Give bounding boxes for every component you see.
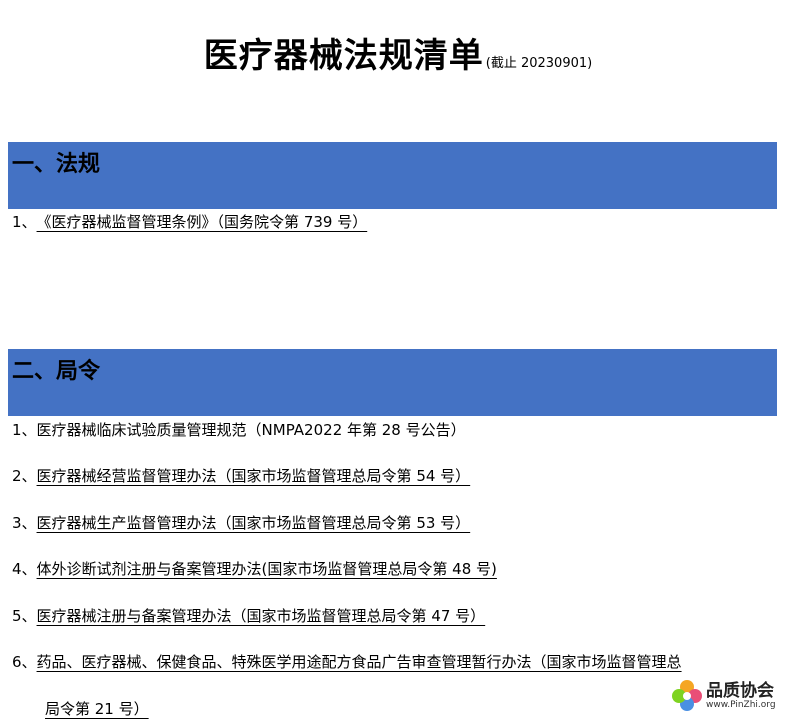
item-number: 1、 [12,421,37,439]
logo-url: www.PinZhi.org [706,700,776,710]
item-number: 6、 [12,653,37,671]
site-logo: 品质协会 www.PinZhi.org [670,676,788,716]
item-link[interactable]: 体外诊断试剂注册与备案管理办法(国家市场监督管理总局令第 48 号) [37,560,497,578]
list-item-continuation[interactable]: 局令第 21 号） [45,699,149,719]
list-item: 1、医疗器械临床试验质量管理规范（NMPA2022 年第 28 号公告） [12,420,466,440]
item-number: 2、 [12,467,37,485]
list-item[interactable]: 1、《医疗器械监督管理条例》（国务院令第 739 号） [12,212,367,232]
flower-logo-icon [672,680,702,711]
item-link[interactable]: 《医疗器械监督管理条例》（国务院令第 739 号） [37,213,368,231]
logo-brand: 品质协会 [706,681,774,701]
item-number: 5、 [12,607,37,625]
page-subtitle: (截止 20230901) [485,56,593,71]
section-heading-orders: 二、局令 [8,349,777,416]
page-title: 医疗器械法规清单 [203,36,484,76]
item-link[interactable]: 医疗器械生产监督管理办法（国家市场监督管理总局令第 53 号） [37,514,471,532]
list-item[interactable]: 4、体外诊断试剂注册与备案管理办法(国家市场监督管理总局令第 48 号) [12,559,497,579]
list-item[interactable]: 2、医疗器械经营监督管理办法（国家市场监督管理总局令第 54 号） [12,466,470,486]
list-item[interactable]: 6、药品、医疗器械、保健食品、特殊医学用途配方食品广告审查管理暂行办法（国家市场… [12,652,682,672]
item-link[interactable]: 局令第 21 号） [45,700,149,718]
item-number: 3、 [12,514,37,532]
item-link[interactable]: 医疗器械经营监督管理办法（国家市场监督管理总局令第 54 号） [37,467,471,485]
item-link[interactable]: 药品、医疗器械、保健食品、特殊医学用途配方食品广告审查管理暂行办法（国家市场监督… [37,653,682,671]
list-item[interactable]: 5、医疗器械注册与备案管理办法（国家市场监督管理总局令第 47 号） [12,606,485,626]
section-heading-laws: 一、法规 [8,142,777,209]
section-heading-label: 二、局令 [12,359,101,384]
item-number: 4、 [12,560,37,578]
list-item[interactable]: 3、医疗器械生产监督管理办法（国家市场监督管理总局令第 53 号） [12,513,470,533]
page-title-block: 医疗器械法规清单 (截止 20230901) [0,28,796,77]
item-text: 医疗器械临床试验质量管理规范（NMPA2022 年第 28 号公告） [36,421,466,439]
item-number: 1、 [12,213,37,231]
item-link[interactable]: 医疗器械注册与备案管理办法（国家市场监督管理总局令第 47 号） [37,607,486,625]
section-heading-label: 一、法规 [12,152,101,177]
